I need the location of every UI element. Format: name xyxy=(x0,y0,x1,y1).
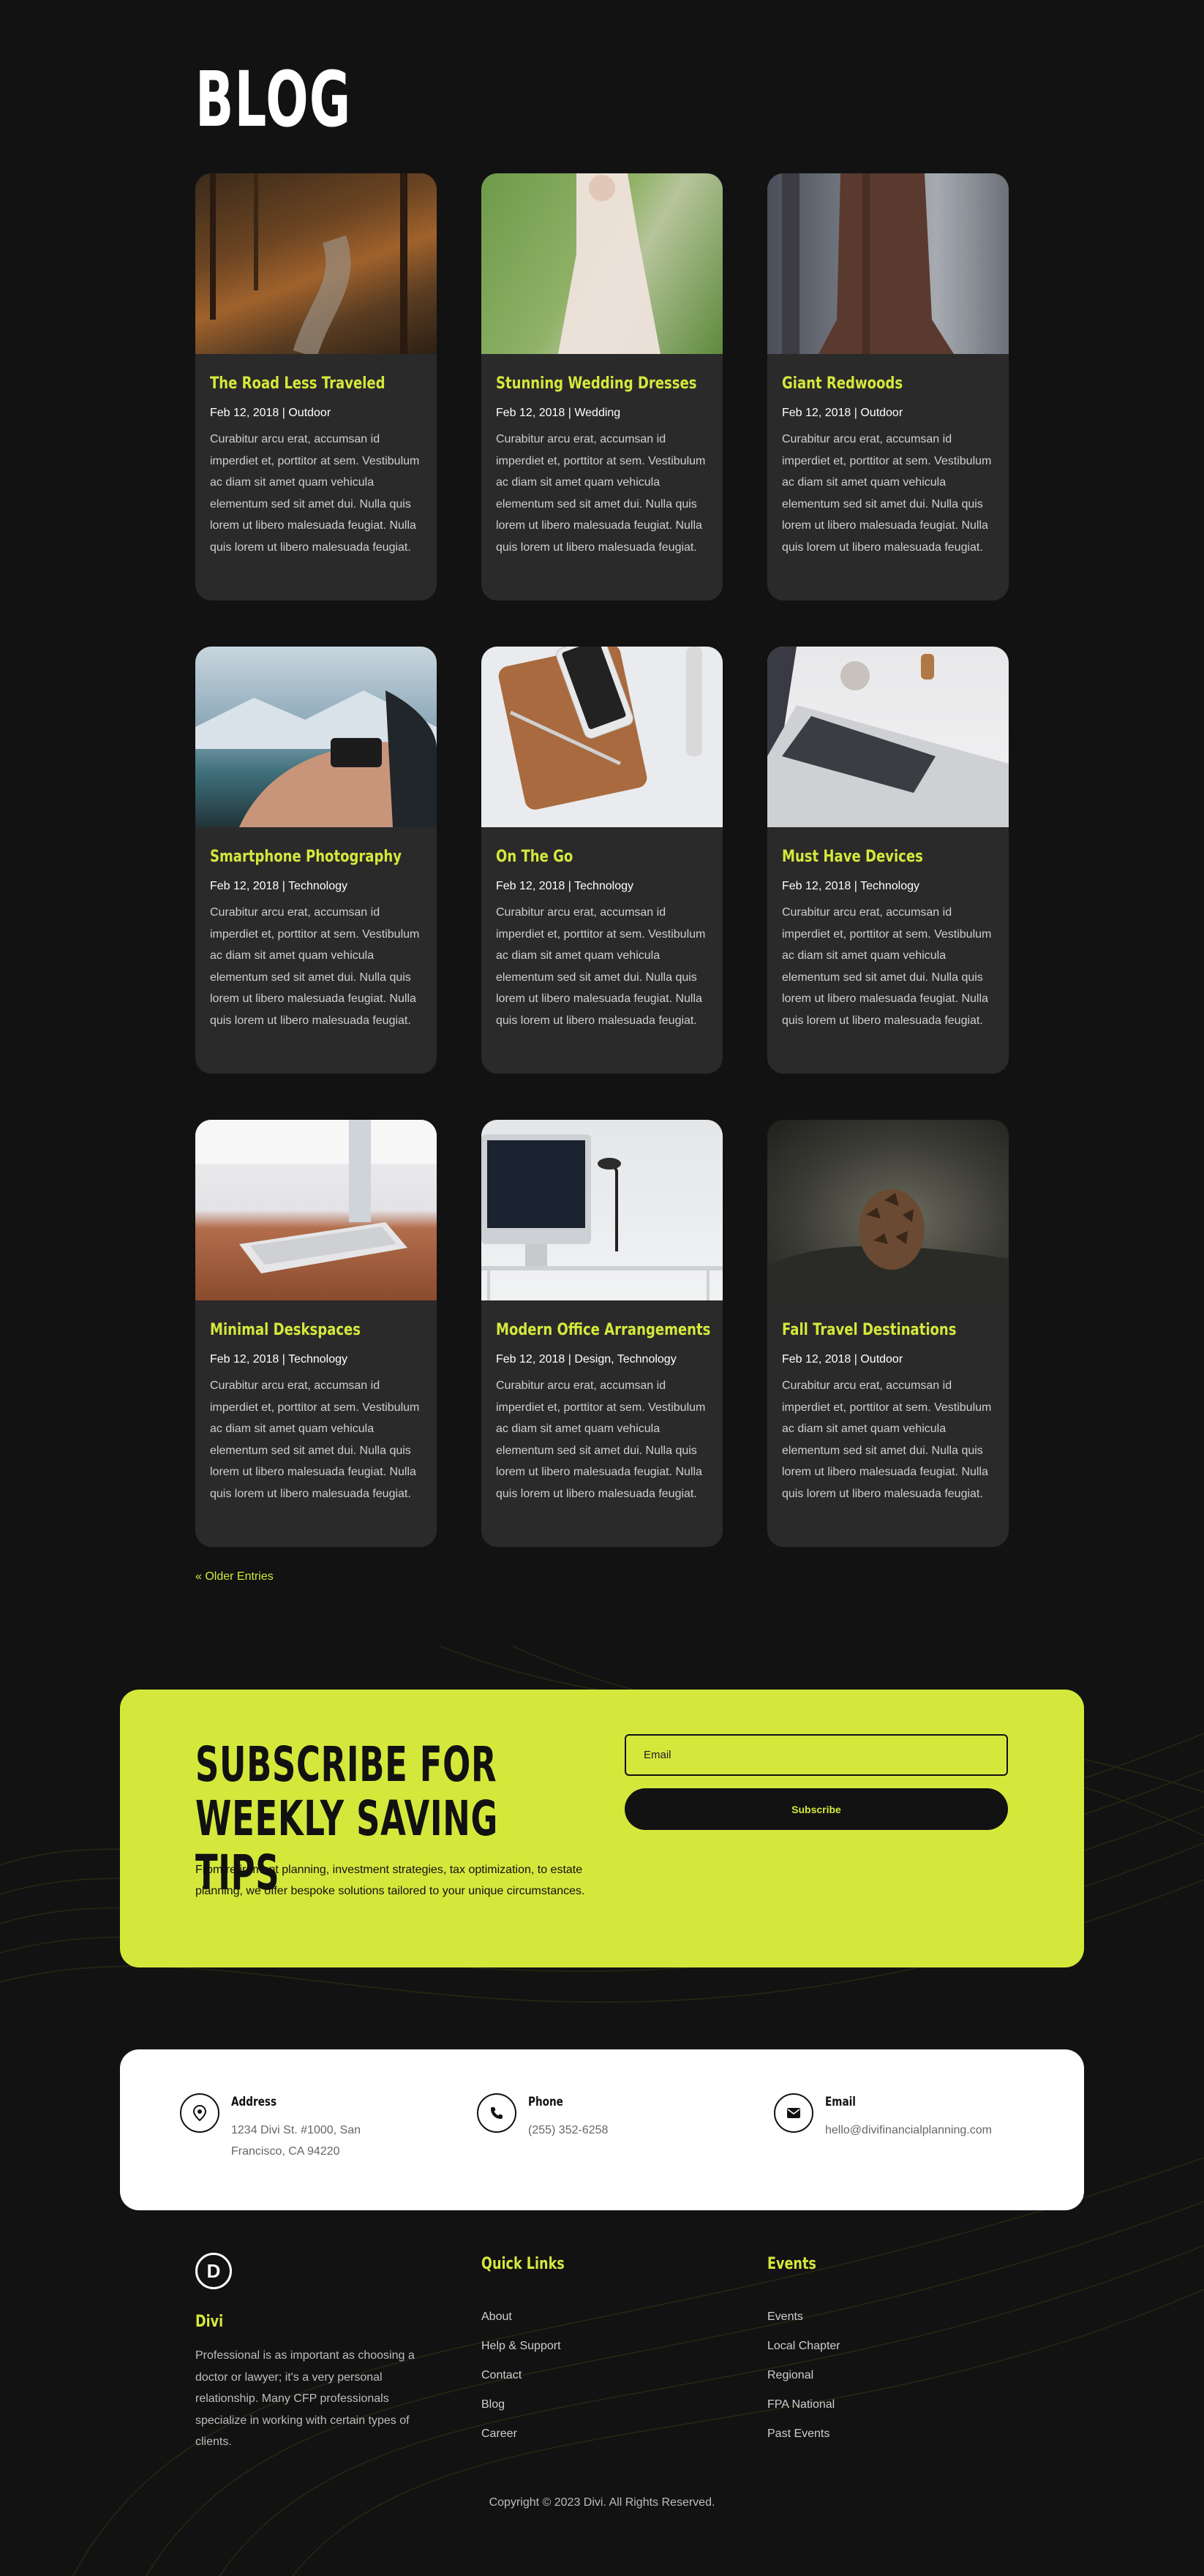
footer-link-past-events[interactable]: Past Events xyxy=(767,2427,840,2456)
subscribe-button[interactable]: Subscribe xyxy=(625,1788,1008,1830)
post-title[interactable]: On The Go xyxy=(496,849,670,865)
blog-card: Smartphone Photography Feb 12, 2018 | Te… xyxy=(195,647,437,1074)
footer-link-blog[interactable]: Blog xyxy=(481,2398,561,2427)
post-title[interactable]: Must Have Devices xyxy=(782,849,956,865)
events-list: Events Local Chapter Regional FPA Nation… xyxy=(767,2310,840,2456)
blog-card: On The Go Feb 12, 2018 | Technology Cura… xyxy=(481,647,723,1074)
post-title[interactable]: Minimal Deskspaces xyxy=(210,1322,384,1338)
blog-card: Modern Office Arrangements Feb 12, 2018 … xyxy=(481,1120,723,1547)
subscribe-text: From retirement planning, investment str… xyxy=(195,1864,585,1897)
post-date: Feb 12, 2018 xyxy=(782,407,851,419)
post-title[interactable]: Giant Redwoods xyxy=(782,376,956,392)
post-meta: Feb 12, 2018 | Outdoor xyxy=(210,407,331,419)
footer-link-local-chapter[interactable]: Local Chapter xyxy=(767,2339,840,2368)
post-excerpt: Curabitur arcu erat, accumsan id imperdi… xyxy=(496,433,706,554)
keyboard-photo[interactable] xyxy=(195,1120,437,1300)
post-title[interactable]: Stunning Wedding Dresses xyxy=(496,376,696,392)
post-date: Feb 12, 2018 xyxy=(496,880,565,892)
post-title[interactable]: The Road Less Traveled xyxy=(210,376,385,392)
blog-card: Minimal Deskspaces Feb 12, 2018 | Techno… xyxy=(195,1120,437,1547)
wedding-dress-photo[interactable] xyxy=(481,173,723,354)
post-title[interactable]: Fall Travel Destinations xyxy=(782,1322,957,1338)
footer-link-about[interactable]: About xyxy=(481,2310,561,2339)
post-excerpt: Curabitur arcu erat, accumsan id imperdi… xyxy=(782,433,992,554)
forest-path-photo[interactable] xyxy=(195,173,437,354)
phone-icon xyxy=(477,2093,516,2133)
post-excerpt: Curabitur arcu erat, accumsan id imperdi… xyxy=(782,906,992,1027)
post-date: Feb 12, 2018 xyxy=(210,1353,279,1366)
smartphone-photo[interactable] xyxy=(195,647,437,827)
post-meta: Feb 12, 2018 | Technology xyxy=(496,880,634,892)
post-category[interactable]: Wedding xyxy=(574,407,620,419)
phone-value[interactable]: (255) 352-6258 xyxy=(528,2120,608,2141)
post-excerpt: Curabitur arcu erat, accumsan id imperdi… xyxy=(210,906,420,1027)
post-excerpt: Curabitur arcu erat, accumsan id imperdi… xyxy=(496,1379,706,1500)
post-title[interactable]: Modern Office Arrangements xyxy=(496,1322,710,1338)
older-entries-link[interactable]: « Older Entries xyxy=(195,1570,274,1583)
page-title: BLOG xyxy=(195,55,352,144)
email-value[interactable]: hello@divifinancialplanning.com xyxy=(825,2120,992,2141)
post-category[interactable]: Technology xyxy=(288,880,347,892)
post-category[interactable]: Technology xyxy=(288,1353,347,1366)
post-excerpt: Curabitur arcu erat, accumsan id imperdi… xyxy=(210,433,420,554)
post-meta: Feb 12, 2018 | Design, Technology xyxy=(496,1353,677,1366)
post-excerpt: Curabitur arcu erat, accumsan id imperdi… xyxy=(496,906,706,1027)
post-meta: Feb 12, 2018 | Technology xyxy=(782,880,920,892)
redwood-tree-photo[interactable] xyxy=(767,173,1009,354)
events-title: Events xyxy=(767,2255,816,2273)
contact-bar: Address 1234 Divi St. #1000, San Francisc… xyxy=(120,2049,1084,2210)
footer-link-career[interactable]: Career xyxy=(481,2427,561,2456)
blog-card: The Road Less Traveled Feb 12, 2018 | Ou… xyxy=(195,173,437,600)
location-pin-icon xyxy=(180,2093,219,2133)
address-value: 1234 Divi St. #1000, San Francisco, CA 94… xyxy=(231,2124,361,2158)
post-title[interactable]: Smartphone Photography xyxy=(210,849,402,865)
post-excerpt: Curabitur arcu erat, accumsan id imperdi… xyxy=(782,1379,992,1500)
post-date: Feb 12, 2018 xyxy=(210,880,279,892)
post-excerpt: Curabitur arcu erat, accumsan id imperdi… xyxy=(210,1379,420,1500)
tablet-phone-photo[interactable] xyxy=(481,647,723,827)
phone-label: Phone xyxy=(528,2095,563,2109)
quick-links-title: Quick Links xyxy=(481,2255,565,2273)
divi-logo[interactable]: D xyxy=(195,2253,232,2289)
post-date: Feb 12, 2018 xyxy=(782,880,851,892)
office-desk-photo[interactable] xyxy=(481,1120,723,1300)
blog-card: Stunning Wedding Dresses Feb 12, 2018 | … xyxy=(481,173,723,600)
post-date: Feb 12, 2018 xyxy=(496,407,565,419)
blog-card: Fall Travel Destinations Feb 12, 2018 | … xyxy=(767,1120,1009,1547)
post-meta: Feb 12, 2018 | Wedding xyxy=(496,407,621,419)
post-category[interactable]: Outdoor xyxy=(288,407,331,419)
laptop-photo[interactable] xyxy=(767,647,1009,827)
blog-card: Giant Redwoods Feb 12, 2018 | Outdoor Cu… xyxy=(767,173,1009,600)
post-category[interactable]: Outdoor xyxy=(860,407,903,419)
footer-link-contact[interactable]: Contact xyxy=(481,2368,561,2398)
post-meta: Feb 12, 2018 | Technology xyxy=(210,880,348,892)
footer-link-help[interactable]: Help & Support xyxy=(481,2339,561,2368)
post-date: Feb 12, 2018 xyxy=(210,407,279,419)
pinecone-photo[interactable] xyxy=(767,1120,1009,1300)
email-label: Email xyxy=(825,2095,856,2109)
blog-card: Must Have Devices Feb 12, 2018 | Technol… xyxy=(767,647,1009,1074)
post-meta: Feb 12, 2018 | Outdoor xyxy=(782,407,903,419)
post-date: Feb 12, 2018 xyxy=(782,1353,851,1366)
copyright: Copyright © 2023 Divi. All Rights Reserv… xyxy=(489,2496,715,2509)
post-meta: Feb 12, 2018 | Technology xyxy=(210,1353,348,1366)
post-category[interactable]: Design, Technology xyxy=(574,1353,676,1366)
blog-grid: The Road Less Traveled Feb 12, 2018 | Ou… xyxy=(195,173,1009,1547)
post-meta: Feb 12, 2018 | Outdoor xyxy=(782,1353,903,1366)
footer-link-regional[interactable]: Regional xyxy=(767,2368,840,2398)
post-date: Feb 12, 2018 xyxy=(496,1353,565,1366)
envelope-icon xyxy=(774,2093,813,2133)
subscribe-section: SUBSCRIBE FOR WEEKLY SAVING TIPS From re… xyxy=(120,1690,1084,1967)
post-category[interactable]: Outdoor xyxy=(860,1353,903,1366)
email-input[interactable] xyxy=(625,1734,1008,1776)
footer-link-fpa-national[interactable]: FPA National xyxy=(767,2398,840,2427)
quick-links-list: About Help & Support Contact Blog Career xyxy=(481,2310,561,2456)
footer-link-events[interactable]: Events xyxy=(767,2310,840,2339)
post-category[interactable]: Technology xyxy=(860,880,919,892)
footer-brand: Divi xyxy=(195,2313,224,2331)
address-label: Address xyxy=(231,2095,277,2109)
footer-about: Professional is as important as choosing… xyxy=(195,2349,415,2448)
post-category[interactable]: Technology xyxy=(574,880,633,892)
